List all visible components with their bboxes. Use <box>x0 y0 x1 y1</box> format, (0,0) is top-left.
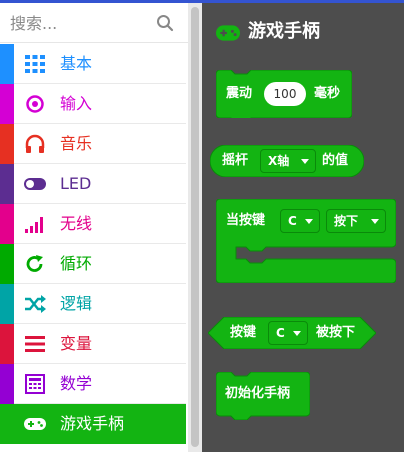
duration-input[interactable]: 100 <box>264 82 306 106</box>
chevron-down-icon <box>293 331 301 336</box>
category-color-stripe <box>0 204 14 244</box>
list-lines-icon <box>25 336 45 352</box>
action-dropdown-value: 按下 <box>334 214 359 228</box>
category-label: 游戏手柄 <box>60 414 125 433</box>
category-label: LED <box>60 174 92 193</box>
search-box <box>0 3 188 43</box>
axis-dropdown[interactable]: X轴 <box>260 149 316 173</box>
chevron-down-icon <box>305 219 313 224</box>
target-icon <box>26 95 44 113</box>
blocks-flyout: 游戏手柄 震动 100 毫秒 摇杆 X轴 的值 当按键 C 按下 按键 C 被按… <box>202 3 404 452</box>
block-init-gamepad[interactable]: 初始化手柄 <box>216 372 310 420</box>
category-label: 输入 <box>60 94 93 113</box>
button-dropdown[interactable]: C <box>280 209 320 233</box>
category-radio[interactable]: 无线 <box>0 204 186 244</box>
button-dropdown-value: C <box>288 214 297 228</box>
chevron-down-icon <box>371 219 379 224</box>
block-shake[interactable]: 震动 100 毫秒 <box>216 70 352 118</box>
block-label: 摇杆 <box>222 153 249 168</box>
category-label: 无线 <box>60 214 93 233</box>
refresh-icon <box>26 255 43 272</box>
category-variables[interactable]: 变量 <box>0 324 186 364</box>
toolbox: 基本 输入 音乐 LED 无线 <box>0 3 188 452</box>
category-input[interactable]: 输入 <box>0 84 186 124</box>
category-color-stripe <box>0 404 14 444</box>
category-basic[interactable]: 基本 <box>0 44 186 84</box>
category-color-stripe <box>0 244 14 284</box>
category-color-stripe <box>0 124 14 164</box>
search-input[interactable] <box>10 9 150 37</box>
category-label: 循环 <box>60 254 93 273</box>
signal-bars-icon <box>25 217 43 233</box>
block-label: 当按键 <box>226 213 266 228</box>
axis-dropdown-value: X轴 <box>268 154 290 168</box>
flyout-title: 游戏手柄 <box>248 21 320 42</box>
shuffle-icon <box>25 295 46 313</box>
category-color-stripe <box>0 324 14 364</box>
category-logic[interactable]: 逻辑 <box>0 284 186 324</box>
scrollbar-thumb[interactable] <box>191 7 199 447</box>
block-label: 被按下 <box>316 325 356 340</box>
block-joystick-value[interactable]: 摇杆 X轴 的值 <box>210 145 364 177</box>
category-label: 逻辑 <box>60 294 93 313</box>
toolbox-scrollbar[interactable] <box>188 3 202 452</box>
category-gamepad[interactable]: 游戏手柄 <box>0 404 186 444</box>
search-icon[interactable] <box>156 14 174 32</box>
chevron-down-icon <box>301 159 309 164</box>
category-color-stripe <box>0 164 14 204</box>
toggle-icon <box>24 178 46 190</box>
button-dropdown-value: C <box>276 326 285 340</box>
category-loops[interactable]: 循环 <box>0 244 186 284</box>
headphones-icon <box>25 134 45 153</box>
category-label: 基本 <box>60 54 93 73</box>
block-on-button[interactable]: 当按键 C 按下 <box>216 199 396 283</box>
block-label: 按键 <box>230 325 257 340</box>
block-button-pressed[interactable]: 按键 C 被按下 <box>208 317 376 349</box>
gamepad-icon <box>216 25 240 41</box>
category-color-stripe <box>0 364 14 404</box>
block-label: 初始化手柄 <box>225 386 291 401</box>
grid-icon <box>25 55 45 73</box>
calculator-icon <box>25 374 45 394</box>
category-music[interactable]: 音乐 <box>0 124 186 164</box>
category-label: 变量 <box>60 334 93 353</box>
category-color-stripe <box>0 44 14 84</box>
category-color-stripe <box>0 84 14 124</box>
category-label: 数学 <box>60 374 93 393</box>
block-label: 的值 <box>322 153 349 168</box>
gamepad-icon <box>24 418 46 430</box>
button-dropdown[interactable]: C <box>268 321 308 345</box>
category-label: 音乐 <box>60 134 93 153</box>
block-label: 毫秒 <box>314 86 341 101</box>
block-label: 震动 <box>226 86 253 101</box>
action-dropdown[interactable]: 按下 <box>326 209 386 233</box>
category-color-stripe <box>0 284 14 324</box>
category-led[interactable]: LED <box>0 164 186 204</box>
category-math[interactable]: 数学 <box>0 364 186 404</box>
